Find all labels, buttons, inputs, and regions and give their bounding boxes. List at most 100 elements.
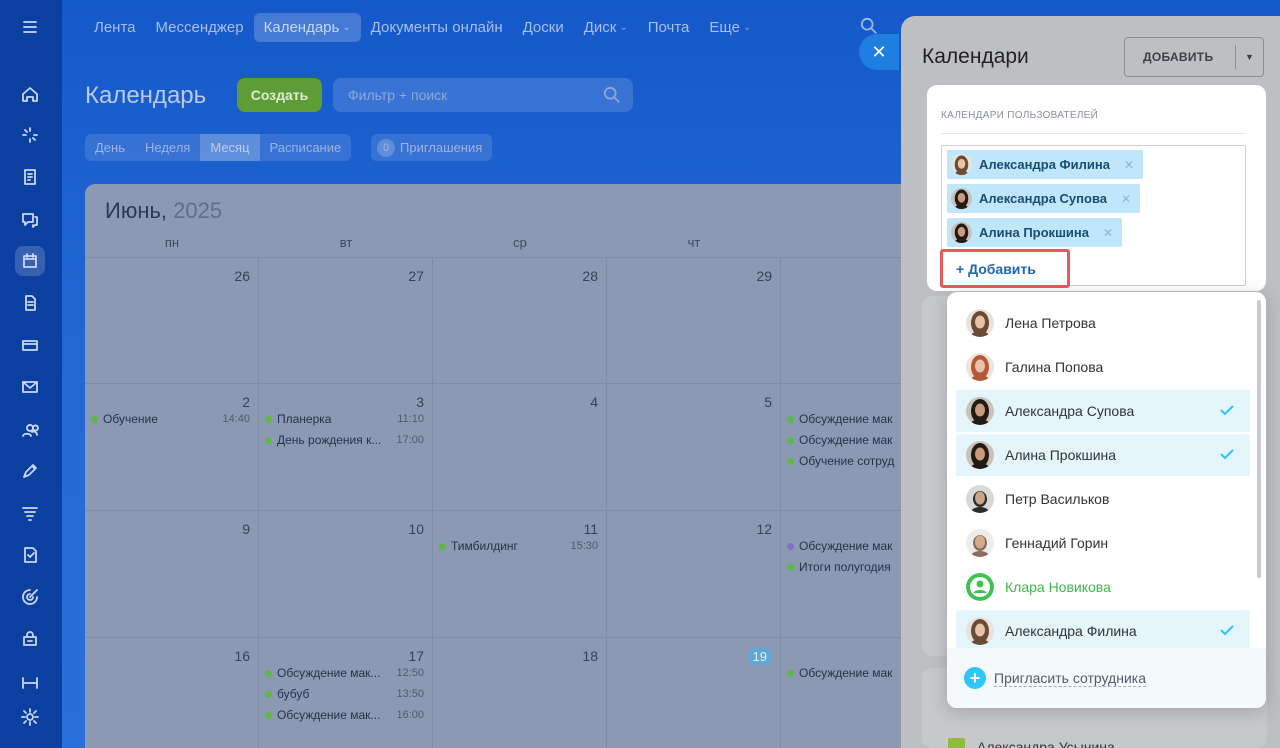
view-switcher: День Неделя Месяц Расписание bbox=[85, 134, 352, 161]
bench-icon[interactable] bbox=[15, 666, 45, 696]
day-number: 17 bbox=[408, 648, 424, 664]
day-cell[interactable]: 5 bbox=[607, 384, 781, 511]
event-title: День рождения к... bbox=[277, 433, 382, 447]
user-option[interactable]: Геннадий Горин bbox=[956, 522, 1250, 564]
event-dot-icon bbox=[787, 457, 794, 465]
documents-icon[interactable] bbox=[15, 288, 45, 318]
calendar-event[interactable]: День рождения к... 17:00 bbox=[265, 431, 424, 449]
user-option[interactable]: Клара Новикова bbox=[956, 566, 1250, 608]
user-option[interactable]: Александра Супова bbox=[956, 390, 1250, 432]
selected-user-tag[interactable]: Александра Филина ✕ bbox=[947, 150, 1144, 179]
day-cell[interactable]: 26 bbox=[85, 257, 259, 384]
calendar-event[interactable]: Планерка 11:10 bbox=[265, 410, 424, 428]
chat-icon[interactable] bbox=[15, 204, 45, 234]
feed-icon[interactable] bbox=[15, 120, 45, 150]
event-title: бубуб bbox=[277, 687, 310, 701]
menu-icon[interactable] bbox=[15, 12, 45, 42]
contract-icon[interactable] bbox=[15, 540, 45, 570]
day-cell[interactable]: 12 bbox=[607, 511, 781, 638]
close-panel-button[interactable]: ✕ bbox=[859, 34, 899, 70]
calendar-event[interactable]: бубуб 13:50 bbox=[265, 685, 424, 703]
scrollbar[interactable] bbox=[1257, 300, 1261, 578]
day-cell[interactable]: 27 bbox=[259, 257, 433, 384]
day-cell[interactable]: 18 bbox=[433, 638, 607, 748]
nav-item-6[interactable]: Почта bbox=[638, 13, 700, 42]
tab-1[interactable]: Неделя bbox=[135, 134, 200, 161]
day-cell[interactable]: 9 bbox=[85, 511, 259, 638]
sign-icon[interactable] bbox=[15, 456, 45, 486]
create-button[interactable]: Создать bbox=[237, 78, 322, 112]
day-number: 10 bbox=[408, 521, 424, 537]
selected-user-tag[interactable]: Александра Супова ✕ bbox=[947, 184, 1141, 213]
day-cell[interactable]: 16 bbox=[85, 638, 259, 748]
weekday-чт: чт bbox=[687, 235, 701, 250]
close-icon: ✕ bbox=[871, 41, 887, 62]
day-cell[interactable]: 28 bbox=[433, 257, 607, 384]
day-cell[interactable]: 19 bbox=[607, 638, 781, 748]
day-cell[interactable]: 3 Планерка 11:10 День рождения к... 17:00 bbox=[259, 384, 433, 511]
invite-employee-button[interactable]: + Пригласить сотрудника bbox=[947, 648, 1266, 708]
day-cell[interactable]: 29 bbox=[607, 257, 781, 384]
add-calendar-button[interactable]: ДОБАВИТЬ ▼ bbox=[1124, 37, 1264, 77]
user-option[interactable]: Александра Филина bbox=[956, 610, 1250, 652]
funnel-icon[interactable] bbox=[15, 498, 45, 528]
day-number: 28 bbox=[582, 268, 598, 284]
day-cell[interactable]: 10 bbox=[259, 511, 433, 638]
filter-search-input[interactable]: Фильтр + поиск bbox=[333, 78, 633, 112]
target-icon[interactable] bbox=[15, 582, 45, 612]
tasks-icon[interactable] bbox=[15, 162, 45, 192]
calendar-event[interactable]: Обучение 14:40 bbox=[91, 410, 250, 428]
calendar-event[interactable]: Тимбилдинг 15:30 bbox=[439, 537, 598, 555]
user-option-name: Геннадий Горин bbox=[1005, 535, 1109, 551]
day-cell[interactable]: 11 Тимбилдинг 15:30 bbox=[433, 511, 607, 638]
user-option[interactable]: Алина Прокшина bbox=[956, 434, 1250, 476]
event-dot-icon bbox=[787, 563, 794, 571]
day-number: 26 bbox=[234, 268, 250, 284]
remove-icon[interactable]: ✕ bbox=[1121, 192, 1131, 206]
event-time: 12:50 bbox=[396, 667, 424, 679]
nav-item-0[interactable]: Лента bbox=[84, 13, 146, 42]
checkmark-icon bbox=[1220, 449, 1234, 460]
tab-3[interactable]: Расписание bbox=[260, 134, 352, 161]
user-option[interactable]: Петр Васильков bbox=[956, 478, 1250, 520]
home-icon[interactable] bbox=[15, 79, 45, 109]
nav-item-5[interactable]: Диск ⌄ bbox=[574, 13, 638, 42]
remove-icon[interactable]: ✕ bbox=[1124, 158, 1134, 172]
nav-item-7[interactable]: Еще ⌄ bbox=[699, 13, 761, 42]
user-option[interactable]: Галина Попова bbox=[956, 346, 1250, 388]
tab-2[interactable]: Месяц bbox=[200, 134, 260, 161]
nav-item-2[interactable]: Календарь ⌄ bbox=[253, 12, 361, 42]
calendar-event[interactable]: Обсуждение мак... 16:00 bbox=[265, 706, 424, 724]
calendar-event[interactable]: Обсуждение мак... 12:50 bbox=[265, 664, 424, 682]
tab-0[interactable]: День bbox=[85, 134, 135, 161]
day-cell[interactable]: 4 bbox=[433, 384, 607, 511]
user-option[interactable]: Лена Петрова bbox=[956, 302, 1250, 344]
day-cell[interactable]: 17 Обсуждение мак... 12:50 бубуб 13:50 Обсужд… bbox=[259, 638, 433, 748]
invitations-button[interactable]: 0 Приглашения bbox=[371, 134, 493, 161]
search-icon[interactable] bbox=[603, 86, 621, 104]
day-number: 19 bbox=[747, 648, 772, 665]
mail-icon[interactable] bbox=[15, 372, 45, 402]
nav-item-4[interactable]: Доски bbox=[513, 13, 574, 42]
nav-item-label: Мессенджер bbox=[155, 18, 244, 36]
search-icon[interactable] bbox=[860, 17, 878, 35]
checkbox-icon[interactable] bbox=[948, 738, 965, 748]
bench-icon-glyph bbox=[22, 677, 38, 689]
contacts-icon[interactable] bbox=[15, 414, 45, 444]
event-dot-icon bbox=[265, 690, 272, 698]
chevron-down-icon[interactable]: ▼ bbox=[1236, 52, 1263, 62]
selected-user-tag[interactable]: Алина Прокшина ✕ bbox=[947, 218, 1123, 247]
calendar-icon[interactable] bbox=[15, 246, 45, 276]
target-icon-glyph bbox=[22, 589, 38, 605]
settings-icon[interactable] bbox=[15, 702, 45, 732]
event-time: 17:00 bbox=[396, 434, 424, 446]
bottom-calendar-item[interactable]: Александра Усынина bbox=[948, 738, 1115, 748]
calendar-month-title: Июнь, 2025 bbox=[105, 198, 222, 224]
robot-icon[interactable] bbox=[15, 624, 45, 654]
nav-item-1[interactable]: Мессенджер bbox=[146, 13, 254, 42]
remove-icon[interactable]: ✕ bbox=[1103, 226, 1113, 240]
payments-icon[interactable] bbox=[15, 330, 45, 360]
day-cell[interactable]: 2 Обучение 14:40 bbox=[85, 384, 259, 511]
nav-item-3[interactable]: Документы онлайн bbox=[361, 13, 513, 42]
user-dropdown: Лена Петрова Галина Попова Александра Супо… bbox=[947, 292, 1266, 708]
